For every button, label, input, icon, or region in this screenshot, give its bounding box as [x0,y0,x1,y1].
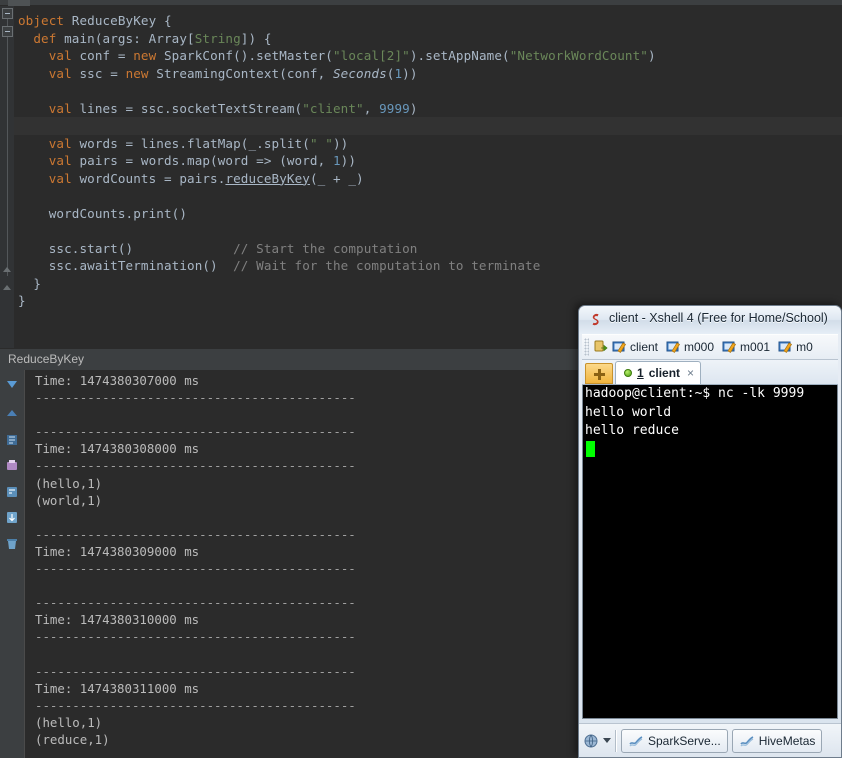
console-toolbar[interactable] [0,370,24,758]
new-session-icon[interactable] [593,339,609,355]
toolbar-session-label: client [630,340,658,354]
rerun-icon[interactable] [4,376,20,392]
toolbar-session-client[interactable]: client [609,339,663,355]
xshell-title-text: client - Xshell 4 (Free for Home/School) [609,311,828,325]
terminal-line: hello reduce [583,422,837,441]
taskbar-separator [615,730,617,752]
session-icon [665,339,681,355]
xshell-logo-icon [587,311,605,329]
toolbar-session-label: m001 [740,340,770,354]
fold-guide-line [7,14,8,276]
new-tab-button[interactable] [585,363,613,384]
close-icon[interactable]: × [687,366,694,380]
code-line-current [14,117,842,135]
code-line: ssc.start() // Start the computation [14,240,842,258]
code-line [14,222,842,240]
code-line: val lines = ssc.socketTextStream("client… [14,100,842,118]
console-tab-label[interactable]: ReduceByKey [8,352,84,366]
toolbar-session-m001[interactable]: m001 [719,339,775,355]
code-line: } [14,275,842,293]
terminal-window-icon [739,733,755,749]
xshell-title-bar[interactable]: client - Xshell 4 (Free for Home/School) [579,306,841,334]
stop-icon[interactable] [4,406,20,422]
code-line: val conf = new SparkConf().setMaster("lo… [14,47,842,65]
terminal-cursor [586,441,595,457]
code-line: object ReduceByKey { [14,12,842,30]
session-tab-index: 1 [637,366,644,380]
xshell-window[interactable]: client - Xshell 4 (Free for Home/School) [578,305,842,758]
code-line [14,82,842,100]
code-line: wordCounts.print() [14,205,842,223]
session-tab-label: client [649,366,680,380]
caret-down-icon[interactable] [603,738,611,743]
toolbar-session-label: m0 [796,340,813,354]
session-icon [777,339,793,355]
code-content[interactable]: object ReduceByKey { def main(args: Arra… [14,6,842,310]
fold-marker-method[interactable] [2,26,13,37]
terminal-line: hello world [583,404,837,423]
xshell-toolbar[interactable]: client m000 [582,334,838,360]
connected-status-icon [624,369,632,377]
terminal-line: hadoop@client:~$ nc -lk 9999 [583,385,837,404]
fold-marker-object[interactable] [2,8,13,19]
clear-all-icon[interactable] [4,536,20,552]
terminal-output[interactable]: hadoop@client:~$ nc -lk 9999 hello world… [582,385,838,719]
toolbar-session-m0[interactable]: m0 [775,339,818,355]
code-line: val pairs = words.map(word => (word, 1)) [14,152,842,170]
code-line: val wordCounts = pairs.reduceByKey(_ + _… [14,170,842,188]
code-line: val words = lines.flatMap(_.split(" ")) [14,135,842,153]
soft-wrap-icon[interactable] [4,484,20,500]
screen: object ReduceByKey { def main(args: Arra… [0,0,842,758]
code-line: ssc.awaitTermination() // Wait for the c… [14,257,842,275]
taskbar-button-label: HiveMetas [759,734,816,748]
taskbar-button-hivemetastore[interactable]: HiveMetas [732,729,823,753]
terminal-window-icon [628,733,644,749]
code-line [14,187,842,205]
code-line: val ssc = new StreamingContext(conf, Sec… [14,65,842,83]
session-icon [721,339,737,355]
xshell-tab-bar[interactable]: 1 client × [582,360,838,385]
network-icon[interactable] [583,733,599,749]
toolbar-grip[interactable] [584,338,589,356]
editor-gutter[interactable] [0,6,14,348]
scroll-to-end-icon[interactable] [4,510,20,526]
windows-taskbar[interactable]: SparkServe... HiveMetas [579,723,841,757]
trace-icon[interactable] [4,432,20,448]
toolbar-session-m000[interactable]: m000 [663,339,719,355]
fold-end-method[interactable] [3,266,12,273]
taskbar-button-sparkserver[interactable]: SparkServe... [621,729,728,753]
fold-end-object[interactable] [3,284,12,291]
code-line: def main(args: Array[String]) { [14,30,842,48]
session-tab-client[interactable]: 1 client × [615,361,701,384]
session-icon [611,339,627,355]
toolbar-session-label: m000 [684,340,714,354]
code-editor[interactable]: object ReduceByKey { def main(args: Arra… [0,6,842,348]
taskbar-button-label: SparkServe... [648,734,721,748]
print-icon[interactable] [4,458,20,474]
